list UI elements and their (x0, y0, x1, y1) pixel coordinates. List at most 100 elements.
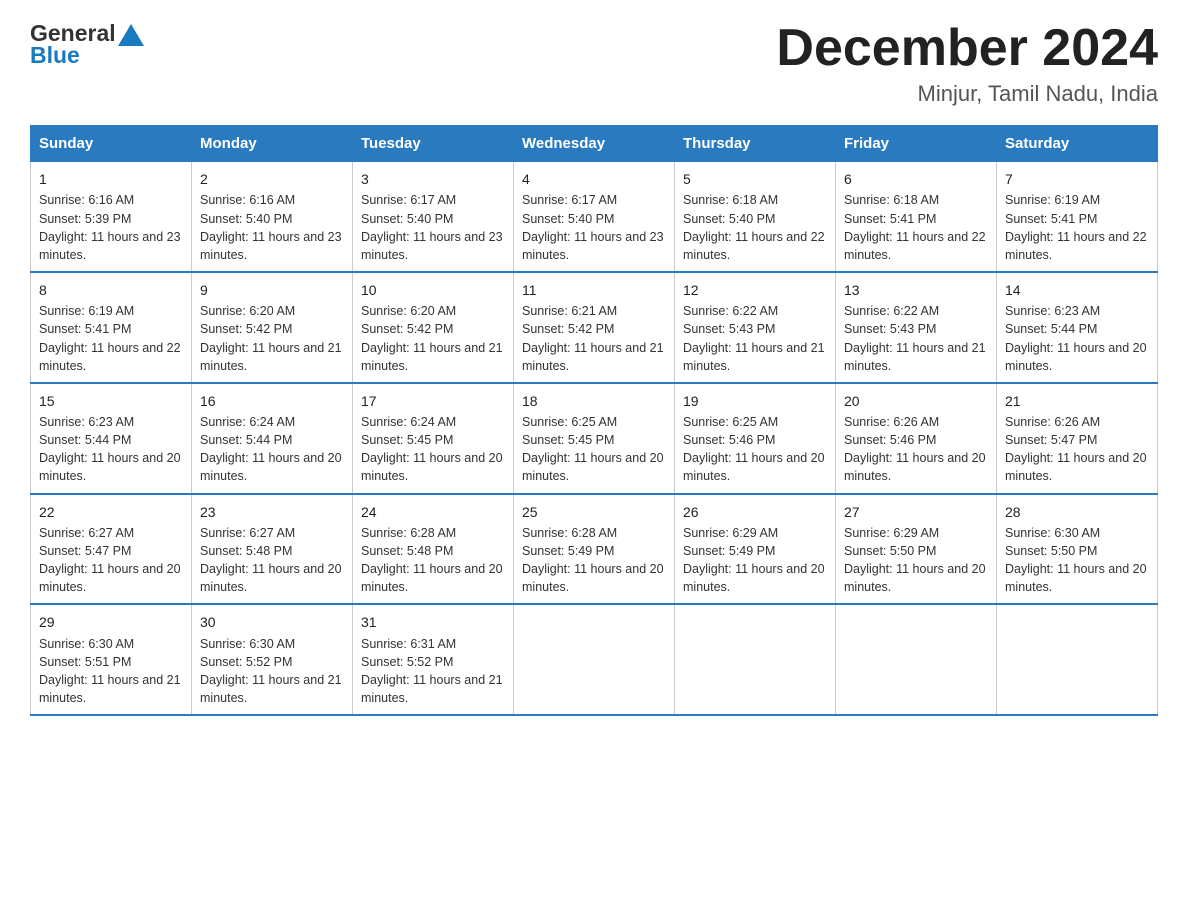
day-number: 1 (39, 169, 183, 189)
week-row-2: 8Sunrise: 6:19 AMSunset: 5:41 PMDaylight… (31, 272, 1158, 383)
day-number: 7 (1005, 169, 1149, 189)
day-cell: 31 Sunrise: 6:31 AMSunset: 5:52 PMDayligh… (353, 604, 514, 715)
day-detail: Sunrise: 6:30 AMSunset: 5:51 PMDaylight:… (39, 637, 181, 705)
day-cell: 29 Sunrise: 6:30 AMSunset: 5:51 PMDayligh… (31, 604, 192, 715)
day-cell (836, 604, 997, 715)
day-cell: 28 Sunrise: 6:30 AMSunset: 5:50 PMDayligh… (997, 494, 1158, 605)
day-number: 2 (200, 169, 344, 189)
day-detail: Sunrise: 6:30 AMSunset: 5:52 PMDaylight:… (200, 637, 342, 705)
day-detail: Sunrise: 6:26 AMSunset: 5:46 PMDaylight:… (844, 415, 986, 483)
day-cell: 1 Sunrise: 6:16 AMSunset: 5:39 PMDaylight… (31, 162, 192, 272)
day-detail: Sunrise: 6:18 AMSunset: 5:41 PMDaylight:… (844, 193, 986, 261)
week-row-1: 1 Sunrise: 6:16 AMSunset: 5:39 PMDaylight… (31, 162, 1158, 272)
day-cell: 6 Sunrise: 6:18 AMSunset: 5:41 PMDaylight… (836, 162, 997, 272)
day-number: 20 (844, 391, 988, 411)
day-detail: Sunrise: 6:30 AMSunset: 5:50 PMDaylight:… (1005, 526, 1147, 594)
day-detail: Sunrise: 6:16 AMSunset: 5:40 PMDaylight:… (200, 193, 342, 261)
header-sunday: Sunday (31, 126, 192, 162)
day-cell: 15 Sunrise: 6:23 AMSunset: 5:44 PMDayligh… (31, 383, 192, 494)
day-detail: Sunrise: 6:19 AMSunset: 5:41 PMDaylight:… (39, 304, 181, 372)
week-row-5: 29 Sunrise: 6:30 AMSunset: 5:51 PMDayligh… (31, 604, 1158, 715)
day-cell (514, 604, 675, 715)
day-number: 15 (39, 391, 183, 411)
day-cell: 19Sunrise: 6:25 AMSunset: 5:46 PMDayligh… (675, 383, 836, 494)
day-detail: Sunrise: 6:16 AMSunset: 5:39 PMDaylight:… (39, 193, 181, 261)
day-number: 30 (200, 612, 344, 632)
day-cell: 26Sunrise: 6:29 AMSunset: 5:49 PMDayligh… (675, 494, 836, 605)
day-number: 10 (361, 280, 505, 300)
day-number: 29 (39, 612, 183, 632)
day-detail: Sunrise: 6:31 AMSunset: 5:52 PMDaylight:… (361, 637, 503, 705)
day-cell: 5 Sunrise: 6:18 AMSunset: 5:40 PMDaylight… (675, 162, 836, 272)
day-number: 17 (361, 391, 505, 411)
day-detail: Sunrise: 6:23 AMSunset: 5:44 PMDaylight:… (39, 415, 181, 483)
day-number: 24 (361, 502, 505, 522)
day-detail: Sunrise: 6:25 AMSunset: 5:45 PMDaylight:… (522, 415, 664, 483)
header-saturday: Saturday (997, 126, 1158, 162)
week-row-3: 15 Sunrise: 6:23 AMSunset: 5:44 PMDayligh… (31, 383, 1158, 494)
day-number: 4 (522, 169, 666, 189)
day-detail: Sunrise: 6:18 AMSunset: 5:40 PMDaylight:… (683, 193, 825, 261)
day-detail: Sunrise: 6:17 AMSunset: 5:40 PMDaylight:… (361, 193, 503, 261)
day-number: 25 (522, 502, 666, 522)
day-number: 23 (200, 502, 344, 522)
day-number: 27 (844, 502, 988, 522)
month-title: December 2024 (776, 20, 1158, 77)
day-number: 22 (39, 502, 183, 522)
day-cell: 7 Sunrise: 6:19 AMSunset: 5:41 PMDaylight… (997, 162, 1158, 272)
day-cell: 13 Sunrise: 6:22 AMSunset: 5:43 PMDayligh… (836, 272, 997, 383)
day-cell (675, 604, 836, 715)
day-cell: 2 Sunrise: 6:16 AMSunset: 5:40 PMDaylight… (192, 162, 353, 272)
day-detail: Sunrise: 6:28 AMSunset: 5:48 PMDaylight:… (361, 526, 503, 594)
day-cell: 22 Sunrise: 6:27 AMSunset: 5:47 PMDayligh… (31, 494, 192, 605)
day-number: 6 (844, 169, 988, 189)
day-cell: 21Sunrise: 6:26 AMSunset: 5:47 PMDayligh… (997, 383, 1158, 494)
day-number: 13 (844, 280, 988, 300)
day-number: 18 (522, 391, 666, 411)
page-header: General Blue December 2024 Minjur, Tamil… (30, 20, 1158, 107)
logo-text-blue: Blue (30, 42, 144, 68)
header-row: SundayMondayTuesdayWednesdayThursdayFrid… (31, 126, 1158, 162)
day-number: 3 (361, 169, 505, 189)
calendar-body: 1 Sunrise: 6:16 AMSunset: 5:39 PMDaylight… (31, 162, 1158, 715)
day-number: 14 (1005, 280, 1149, 300)
day-cell: 8Sunrise: 6:19 AMSunset: 5:41 PMDaylight… (31, 272, 192, 383)
day-cell: 16 Sunrise: 6:24 AMSunset: 5:44 PMDayligh… (192, 383, 353, 494)
day-number: 5 (683, 169, 827, 189)
day-detail: Sunrise: 6:22 AMSunset: 5:43 PMDaylight:… (683, 304, 825, 372)
day-cell: 27 Sunrise: 6:29 AMSunset: 5:50 PMDayligh… (836, 494, 997, 605)
day-number: 28 (1005, 502, 1149, 522)
day-detail: Sunrise: 6:20 AMSunset: 5:42 PMDaylight:… (200, 304, 342, 372)
day-detail: Sunrise: 6:19 AMSunset: 5:41 PMDaylight:… (1005, 193, 1147, 261)
day-number: 11 (522, 280, 666, 300)
day-number: 26 (683, 502, 827, 522)
day-number: 31 (361, 612, 505, 632)
day-cell: 4Sunrise: 6:17 AMSunset: 5:40 PMDaylight… (514, 162, 675, 272)
day-detail: Sunrise: 6:28 AMSunset: 5:49 PMDaylight:… (522, 526, 664, 594)
day-cell: 25 Sunrise: 6:28 AMSunset: 5:49 PMDayligh… (514, 494, 675, 605)
day-cell: 14 Sunrise: 6:23 AMSunset: 5:44 PMDayligh… (997, 272, 1158, 383)
day-number: 12 (683, 280, 827, 300)
header-tuesday: Tuesday (353, 126, 514, 162)
day-cell: 30 Sunrise: 6:30 AMSunset: 5:52 PMDayligh… (192, 604, 353, 715)
day-cell: 9Sunrise: 6:20 AMSunset: 5:42 PMDaylight… (192, 272, 353, 383)
day-cell: 18 Sunrise: 6:25 AMSunset: 5:45 PMDayligh… (514, 383, 675, 494)
day-cell: 17Sunrise: 6:24 AMSunset: 5:45 PMDayligh… (353, 383, 514, 494)
day-cell: 20 Sunrise: 6:26 AMSunset: 5:46 PMDayligh… (836, 383, 997, 494)
week-row-4: 22 Sunrise: 6:27 AMSunset: 5:47 PMDayligh… (31, 494, 1158, 605)
day-cell: 11 Sunrise: 6:21 AMSunset: 5:42 PMDayligh… (514, 272, 675, 383)
title-block: December 2024 Minjur, Tamil Nadu, India (776, 20, 1158, 107)
day-detail: Sunrise: 6:21 AMSunset: 5:42 PMDaylight:… (522, 304, 664, 372)
day-detail: Sunrise: 6:27 AMSunset: 5:47 PMDaylight:… (39, 526, 181, 594)
day-detail: Sunrise: 6:20 AMSunset: 5:42 PMDaylight:… (361, 304, 503, 372)
day-cell: 24 Sunrise: 6:28 AMSunset: 5:48 PMDayligh… (353, 494, 514, 605)
day-cell: 12 Sunrise: 6:22 AMSunset: 5:43 PMDayligh… (675, 272, 836, 383)
day-number: 16 (200, 391, 344, 411)
location-subtitle: Minjur, Tamil Nadu, India (776, 81, 1158, 107)
day-number: 19 (683, 391, 827, 411)
day-detail: Sunrise: 6:24 AMSunset: 5:44 PMDaylight:… (200, 415, 342, 483)
header-wednesday: Wednesday (514, 126, 675, 162)
day-detail: Sunrise: 6:29 AMSunset: 5:50 PMDaylight:… (844, 526, 986, 594)
day-detail: Sunrise: 6:22 AMSunset: 5:43 PMDaylight:… (844, 304, 986, 372)
day-detail: Sunrise: 6:23 AMSunset: 5:44 PMDaylight:… (1005, 304, 1147, 372)
